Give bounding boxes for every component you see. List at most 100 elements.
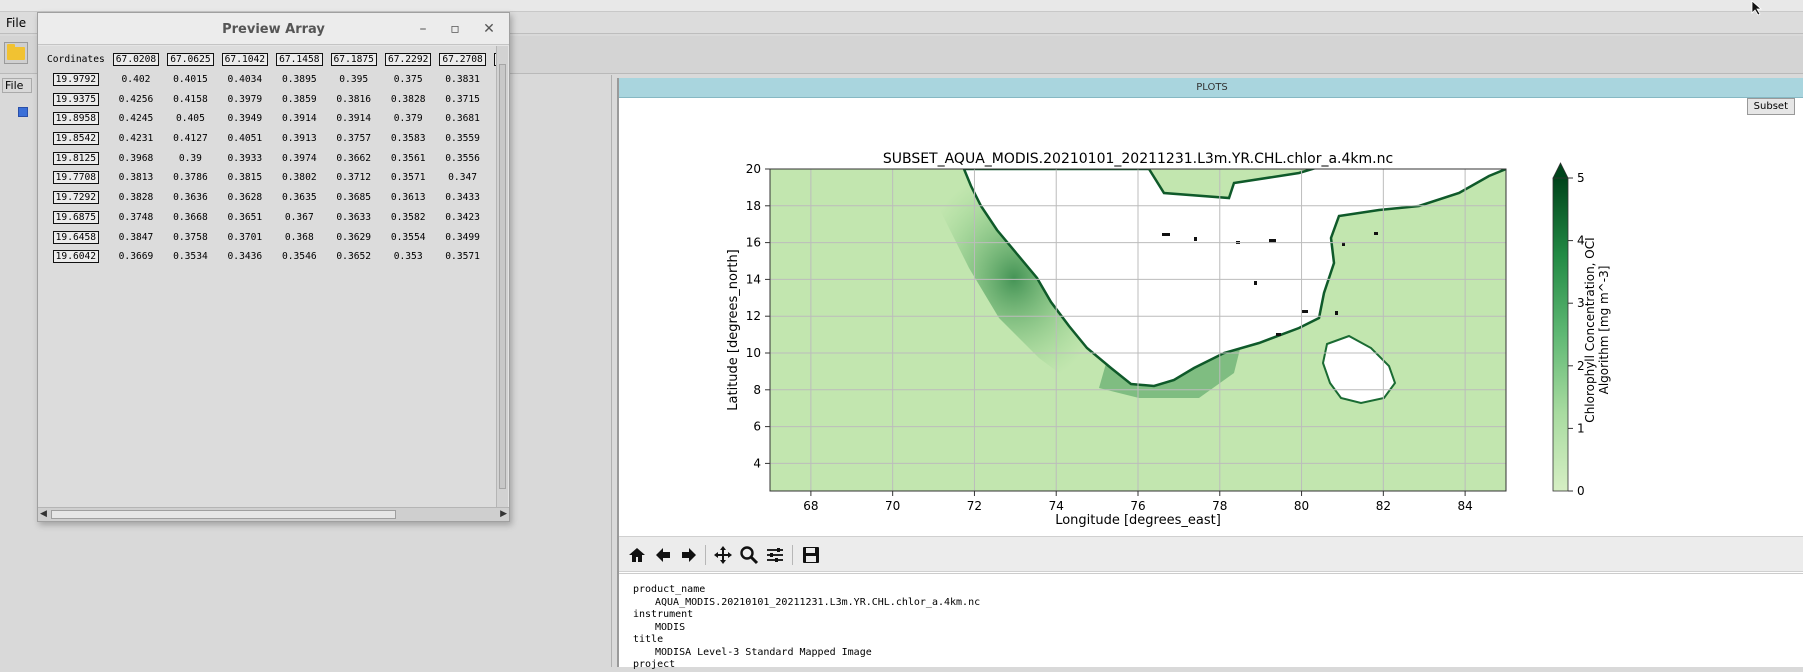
column-header[interactable]: 67.2292 (381, 50, 435, 70)
table-cell[interactable]: 0.3831 (435, 70, 489, 90)
window-titlebar[interactable]: Preview Array – ▫ ✕ (38, 13, 509, 45)
table-cell[interactable]: 0.3859 (272, 89, 326, 109)
row-header[interactable]: 19.8125 (43, 148, 109, 168)
table-cell[interactable]: 0.3556 (435, 148, 489, 168)
table-cell[interactable]: 0.3561 (381, 148, 435, 168)
table-cell[interactable]: 0.39 (163, 148, 217, 168)
table-cell[interactable]: 0.3652 (327, 247, 381, 267)
table-cell[interactable]: 0.3968 (109, 148, 163, 168)
table-cell[interactable]: 0.3933 (218, 148, 272, 168)
menu-file[interactable]: File (6, 16, 26, 30)
row-header[interactable]: 19.8542 (43, 129, 109, 149)
table-cell[interactable]: 0.3815 (218, 168, 272, 188)
configure-icon[interactable] (763, 543, 787, 567)
table-cell[interactable]: 0.3712 (327, 168, 381, 188)
table-cell[interactable]: 0.3715 (435, 89, 489, 109)
open-folder-button[interactable] (4, 42, 28, 64)
table-cell[interactable]: 0.4127 (163, 129, 217, 149)
row-header[interactable]: 19.6042 (43, 247, 109, 267)
horizontal-scrollbar[interactable]: ◀ ▶ (38, 507, 509, 521)
table-cell[interactable]: 0.3895 (272, 70, 326, 90)
table-cell[interactable]: 0.3534 (163, 247, 217, 267)
table-cell[interactable]: 0.3681 (435, 109, 489, 129)
table-cell[interactable]: 0.3651 (218, 208, 272, 228)
zoom-icon[interactable] (737, 543, 761, 567)
table-cell[interactable]: 0.3554 (381, 227, 435, 247)
scroll-right-icon[interactable]: ▶ (500, 508, 507, 521)
table-cell[interactable]: 0.3979 (218, 89, 272, 109)
minimize-icon[interactable]: – (413, 19, 433, 39)
row-header[interactable]: 19.6875 (43, 208, 109, 228)
table-cell[interactable]: 0.3828 (381, 89, 435, 109)
table-cell[interactable]: 0.3629 (327, 227, 381, 247)
row-header[interactable]: 19.7292 (43, 188, 109, 208)
table-cell[interactable]: 0.4034 (218, 70, 272, 90)
table-cell[interactable]: 0.3559 (435, 129, 489, 149)
table-cell[interactable]: 0.3802 (272, 168, 326, 188)
table-cell[interactable]: 0.375 (381, 70, 435, 90)
table-cell[interactable]: 0.395 (327, 70, 381, 90)
table-cell[interactable]: 0.3436 (218, 247, 272, 267)
table-cell[interactable]: 0.3423 (435, 208, 489, 228)
column-header[interactable]: 67.0625 (163, 50, 217, 70)
table-cell[interactable]: 0.3685 (327, 188, 381, 208)
table-cell[interactable]: 0.4051 (218, 129, 272, 149)
column-header[interactable]: 67.1458 (272, 50, 326, 70)
table-cell[interactable]: 0.3499 (435, 227, 489, 247)
table-cell[interactable]: 0.4015 (163, 70, 217, 90)
table-cell[interactable]: 0.3816 (327, 89, 381, 109)
table-cell[interactable]: 0.3628 (218, 188, 272, 208)
table-cell[interactable]: 0.3914 (327, 109, 381, 129)
table-cell[interactable]: 0.353 (381, 247, 435, 267)
table-cell[interactable]: 0.3662 (327, 148, 381, 168)
table-cell[interactable]: 0.3582 (381, 208, 435, 228)
close-icon[interactable]: ✕ (479, 19, 499, 39)
table-cell[interactable]: 0.3636 (163, 188, 217, 208)
vertical-scrollbar[interactable] (496, 46, 508, 507)
table-cell[interactable]: 0.3828 (109, 188, 163, 208)
table-cell[interactable]: 0.4158 (163, 89, 217, 109)
table-cell[interactable]: 0.379 (381, 109, 435, 129)
table-cell[interactable]: 0.3786 (163, 168, 217, 188)
table-cell[interactable]: 0.3813 (109, 168, 163, 188)
table-cell[interactable]: 0.3974 (272, 148, 326, 168)
table-cell[interactable]: 0.4231 (109, 129, 163, 149)
table-cell[interactable]: 0.3571 (381, 168, 435, 188)
table-cell[interactable]: 0.3583 (381, 129, 435, 149)
table-cell[interactable]: 0.3913 (272, 129, 326, 149)
column-header[interactable]: 67.1042 (218, 50, 272, 70)
column-header[interactable]: 67.0208 (109, 50, 163, 70)
table-cell[interactable]: 0.4256 (109, 89, 163, 109)
table-cell[interactable]: 0.4245 (109, 109, 163, 129)
row-header[interactable]: 19.8958 (43, 109, 109, 129)
table-cell[interactable]: 0.367 (272, 208, 326, 228)
scroll-left-icon[interactable]: ◀ (40, 508, 47, 521)
horizontal-scroll-thumb[interactable] (51, 510, 396, 519)
row-header[interactable]: 19.9792 (43, 70, 109, 90)
table-cell[interactable]: 0.3669 (109, 247, 163, 267)
table-cell[interactable]: 0.3847 (109, 227, 163, 247)
table-cell[interactable]: 0.3433 (435, 188, 489, 208)
row-header[interactable]: 19.9375 (43, 89, 109, 109)
table-cell[interactable]: 0.3571 (435, 247, 489, 267)
column-header[interactable]: 67.2708 (435, 50, 489, 70)
row-header[interactable]: 19.7708 (43, 168, 109, 188)
table-cell[interactable]: 0.368 (272, 227, 326, 247)
table-cell[interactable]: 0.3613 (381, 188, 435, 208)
table-cell[interactable]: 0.3633 (327, 208, 381, 228)
vertical-scroll-thumb[interactable] (499, 64, 506, 489)
table-cell[interactable]: 0.402 (109, 70, 163, 90)
table-cell[interactable]: 0.3949 (218, 109, 272, 129)
back-icon[interactable] (651, 543, 675, 567)
maximize-icon[interactable]: ▫ (445, 19, 465, 39)
table-cell[interactable]: 0.405 (163, 109, 217, 129)
table-cell[interactable]: 0.3757 (327, 129, 381, 149)
home-icon[interactable] (625, 543, 649, 567)
tree-item-icon[interactable] (18, 107, 28, 117)
table-cell[interactable]: 0.3701 (218, 227, 272, 247)
column-header[interactable]: 67.1875 (327, 50, 381, 70)
pan-icon[interactable] (711, 543, 735, 567)
table-cell[interactable]: 0.3635 (272, 188, 326, 208)
forward-icon[interactable] (677, 543, 701, 567)
table-cell[interactable]: 0.347 (435, 168, 489, 188)
